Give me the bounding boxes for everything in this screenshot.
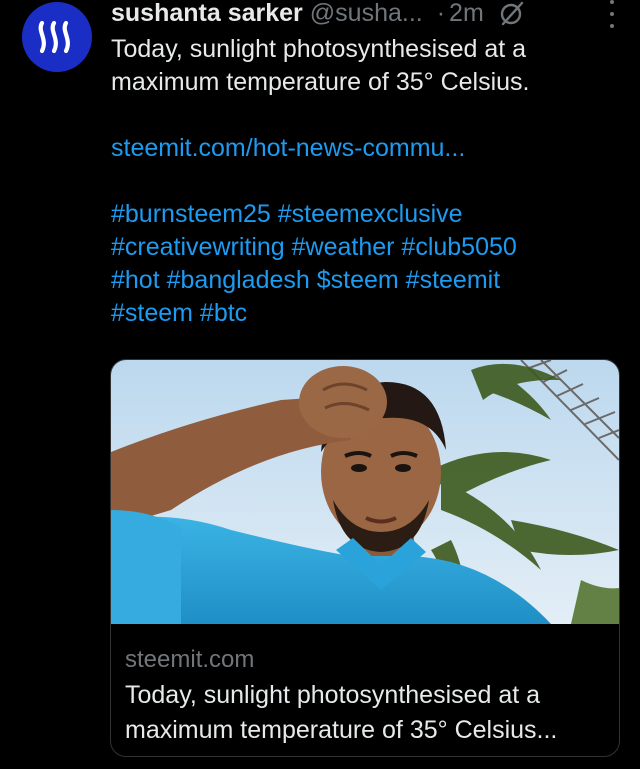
author-handle[interactable]: @susha... — [310, 0, 423, 28]
tweet-text: Today, sunlight photosynthesised at a ma… — [111, 35, 530, 96]
avatar[interactable] — [22, 2, 92, 72]
hashtag-line[interactable]: #hot #bangladesh $steem #steemit — [111, 264, 621, 297]
tweet-body: Today, sunlight photosynthesised at a ma… — [111, 33, 621, 330]
grok-icon[interactable] — [498, 0, 526, 27]
separator-dot: · — [436, 0, 446, 27]
card-title-line: Today, sunlight photosynthesised at a — [125, 681, 541, 709]
hashtag-line[interactable]: #burnsteem25 #steemexclusive — [111, 198, 621, 231]
hashtag-line[interactable]: #steem #btc — [111, 297, 621, 330]
author-name[interactable]: sushanta sarker — [111, 0, 303, 28]
hashtag-line[interactable]: #creativewriting #weather #club5050 — [111, 231, 621, 264]
selfie-photo — [111, 360, 619, 624]
card-domain: steemit.com — [125, 646, 255, 673]
tweet-header: sushanta sarker @susha... · 2m — [111, 0, 620, 30]
steem-logo-icon — [38, 20, 70, 54]
card-title: Today, sunlight photosynthesised at a ma… — [125, 678, 609, 748]
card-image[interactable] — [111, 360, 619, 624]
card-title-line: maximum temperature of 35° Celsius... — [125, 716, 558, 744]
timestamp[interactable]: 2m — [449, 0, 484, 28]
more-options-icon[interactable] — [604, 0, 620, 28]
tweet-link[interactable]: steemit.com/hot-news-commu... — [111, 132, 621, 165]
link-card[interactable]: steemit.com Today, sunlight photosynthes… — [110, 359, 620, 757]
